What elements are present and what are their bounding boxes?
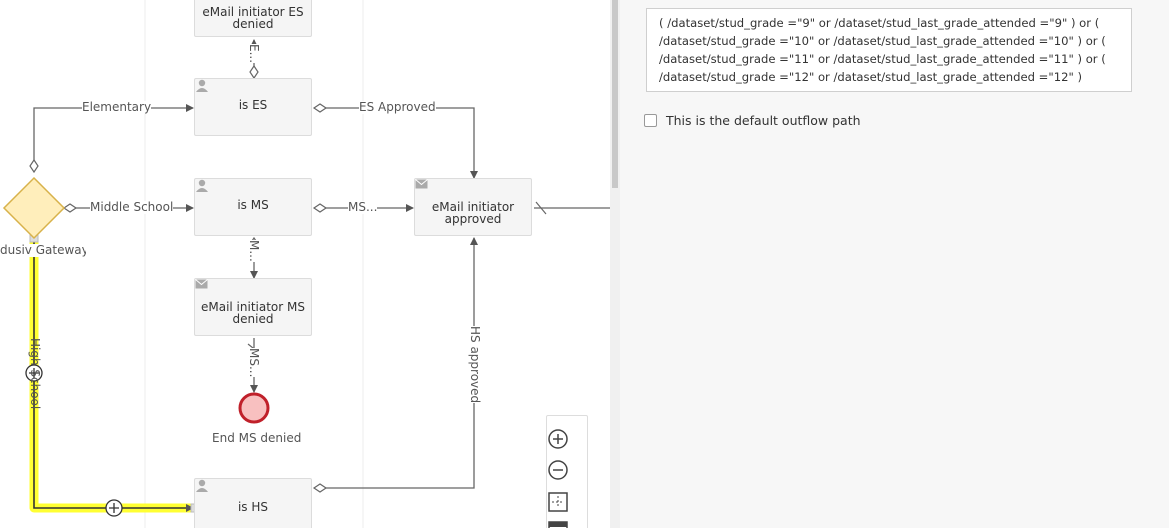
zoom-in-icon[interactable] — [547, 428, 569, 450]
flow-label-ms-down[interactable]: MS... — [247, 348, 261, 378]
flow-label-high-school[interactable]: High School — [28, 338, 42, 409]
minimap-icon[interactable] — [547, 520, 569, 528]
hs-approved-flow — [314, 237, 478, 489]
flow-label-es-approved[interactable]: ES Approved — [359, 101, 436, 114]
default-outflow-checkbox[interactable] — [644, 114, 657, 127]
flow-label-elementary[interactable]: Elementary — [82, 101, 152, 114]
task-label: eMail initiator approved — [431, 200, 515, 226]
condition-expression-field[interactable]: ( /dataset/stud_grade ="9" or /dataset/s… — [646, 8, 1132, 92]
user-icon — [196, 179, 208, 192]
task-label: is MS — [237, 198, 269, 212]
scrollbar-thumb[interactable] — [612, 0, 618, 188]
task-email-approved[interactable]: eMail initiator approved — [414, 178, 532, 236]
task-is-hs[interactable]: is HS — [194, 478, 312, 528]
process-canvas[interactable]: eMail initiator ES denied is ES is MS eM… — [0, 0, 610, 528]
zoom-controls — [546, 415, 588, 528]
user-icon — [196, 479, 208, 492]
panel-resize-handle[interactable] — [610, 0, 620, 528]
end-event-label: End MS denied — [212, 431, 302, 445]
elementary-flow — [33, 104, 194, 168]
high-school-flow — [33, 238, 194, 512]
flow-label-middle-school[interactable]: Middle School — [90, 201, 174, 214]
envelope-icon — [195, 279, 208, 289]
es-approved-flow — [314, 107, 478, 179]
envelope-icon — [415, 179, 428, 189]
user-icon — [196, 79, 208, 92]
task-label: is ES — [238, 98, 268, 112]
gateway-label: dusiv Gateway — [0, 244, 86, 257]
task-email-ms-denied[interactable]: eMail initiator MS denied — [194, 278, 312, 336]
flow-label-m[interactable]: M... — [247, 240, 261, 262]
fit-to-screen-icon[interactable] — [547, 491, 569, 513]
task-is-es[interactable]: is ES — [194, 78, 312, 136]
zoom-out-icon[interactable] — [547, 459, 569, 481]
end-event[interactable] — [238, 392, 270, 424]
task-is-ms[interactable]: is MS — [194, 178, 312, 236]
task-label: is HS — [237, 500, 269, 514]
task-email-es-denied[interactable]: eMail initiator ES denied — [194, 0, 312, 37]
flow-label-ms[interactable]: MS... — [348, 201, 378, 214]
default-outflow-row[interactable]: This is the default outflow path — [644, 113, 861, 128]
task-label: eMail initiator ES denied — [202, 5, 304, 31]
flow-label-hs-approved[interactable]: HS approved — [468, 326, 482, 404]
default-outflow-label: This is the default outflow path — [666, 113, 861, 128]
inclusive-gateway[interactable] — [2, 176, 66, 240]
high-school-flow-highlight — [29, 238, 196, 513]
flow-label-e[interactable]: E... — [247, 44, 261, 64]
task-label: eMail initiator MS denied — [200, 300, 305, 326]
properties-panel: ( /dataset/stud_grade ="9" or /dataset/s… — [620, 0, 1169, 528]
